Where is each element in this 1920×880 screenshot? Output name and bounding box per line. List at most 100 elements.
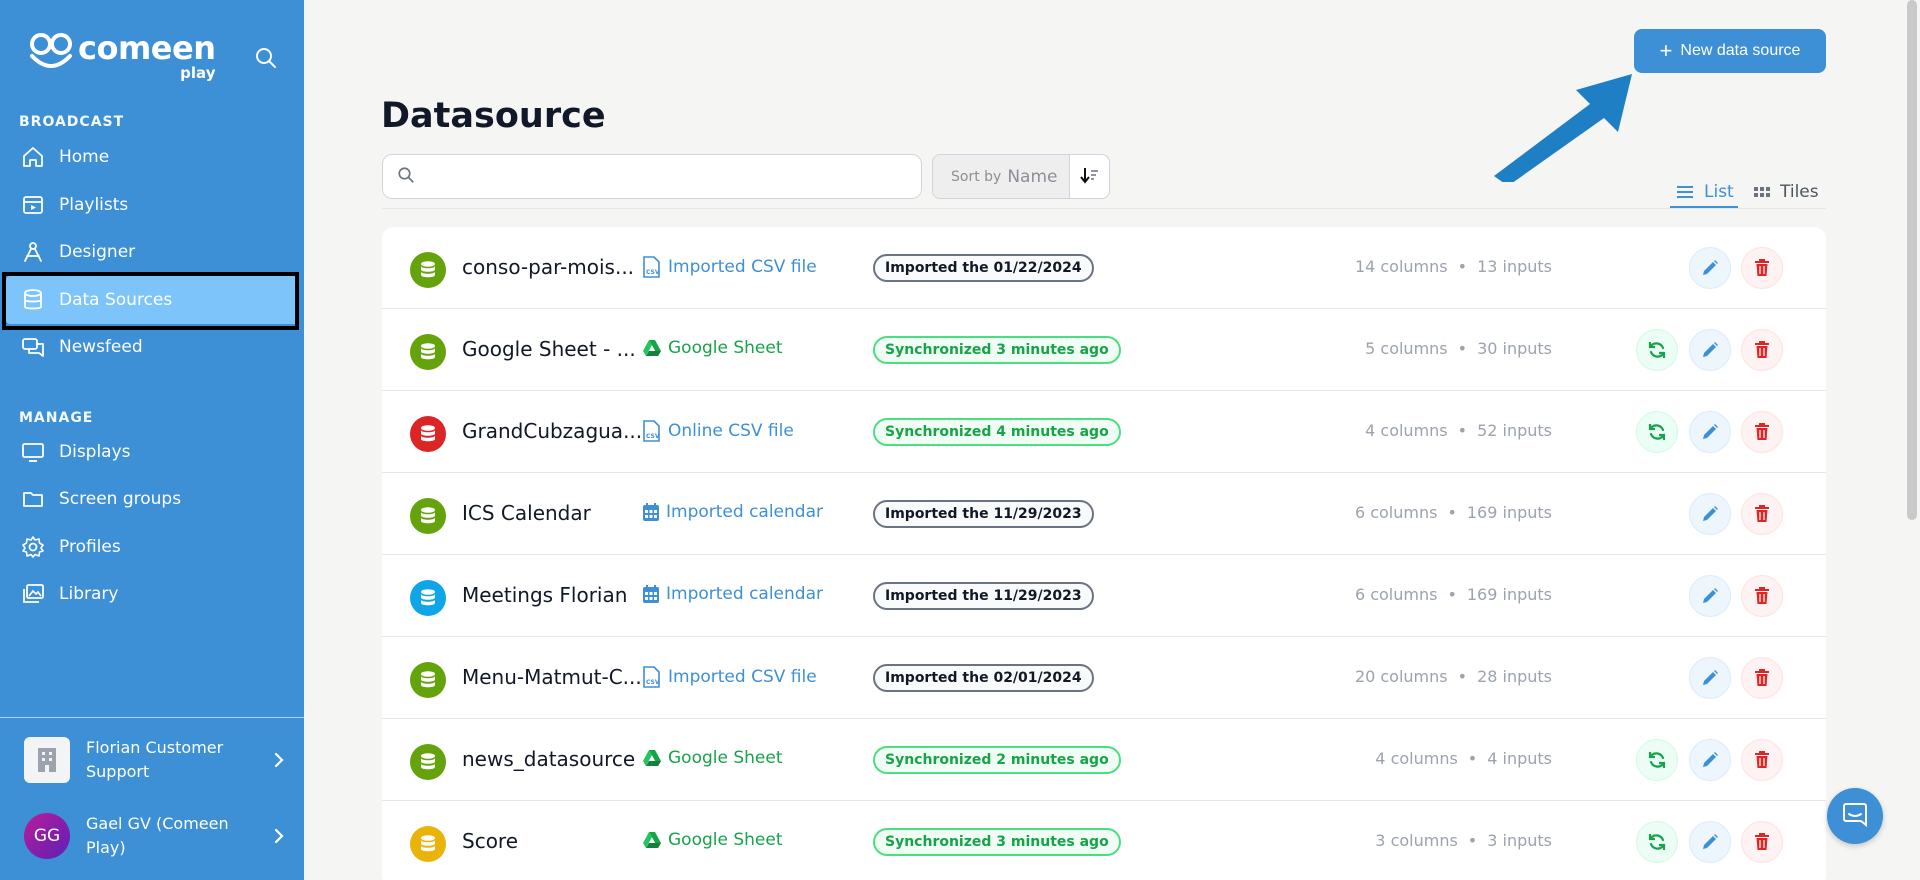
database-icon [410, 826, 446, 862]
datasource-name[interactable]: Google Sheet - ... [462, 337, 636, 361]
sidebar-item-label: Displays [59, 442, 131, 462]
datasource-type: Imported calendar [642, 584, 823, 604]
sidebar-item-label: Profiles [59, 537, 121, 557]
user-menu[interactable]: GG Gael GV (Comeen Play) [24, 812, 294, 860]
delete-button[interactable] [1741, 821, 1783, 863]
delete-button[interactable] [1741, 657, 1783, 699]
datasource-name[interactable]: ICS Calendar [462, 501, 591, 525]
delete-button[interactable] [1741, 329, 1783, 371]
sort-direction-icon [1079, 165, 1100, 189]
view-tiles-tab[interactable]: Tiles [1754, 176, 1819, 208]
datasource-name[interactable]: Menu-Matmut-C... [462, 665, 642, 689]
organization-switcher[interactable]: Florian Customer Support [24, 736, 294, 784]
csv-file-icon: CSV [642, 420, 662, 442]
datasource-type-label: Imported CSV file [668, 667, 817, 687]
datasource-stats: 20 columns • 28 inputs [1355, 667, 1552, 686]
new-data-source-button[interactable]: + New data source [1634, 29, 1826, 73]
sync-button[interactable] [1636, 329, 1678, 371]
table-row[interactable]: Score Google Sheet Synchronized 3 minutes … [382, 801, 1826, 880]
new-data-source-label: New data source [1680, 42, 1801, 59]
sidebar-item-profiles[interactable]: Profiles [6, 523, 298, 571]
sort-select[interactable]: Sort by Name [932, 154, 1110, 199]
edit-button[interactable] [1689, 411, 1731, 453]
separator-dot: • [1457, 667, 1468, 686]
edit-button[interactable] [1689, 329, 1731, 371]
sidebar-item-library[interactable]: Library [6, 570, 298, 618]
table-row[interactable]: Google Sheet - ... Google Sheet Synchroniz… [382, 309, 1826, 391]
separator-dot: • [1467, 749, 1478, 768]
sidebar-item-label: Playlists [59, 195, 129, 215]
datasource-type-label: Imported calendar [666, 584, 823, 604]
edit-button[interactable] [1689, 575, 1731, 617]
display-icon [20, 439, 46, 465]
sidebar-item-screen-groups[interactable]: Screen groups [6, 475, 298, 523]
input-count: 169 inputs [1466, 585, 1552, 604]
column-count: 14 columns [1354, 257, 1448, 276]
column-count: 4 columns [1375, 749, 1458, 768]
column-count: 3 columns [1375, 831, 1458, 850]
sidebar-item-designer[interactable]: Designer [6, 228, 298, 276]
comeen-logo[interactable]: comeen play [28, 30, 216, 81]
status-badge: Imported the 01/22/2024 [873, 254, 1094, 282]
csv-file-icon: CSV [642, 256, 662, 278]
sidebar-item-displays[interactable]: Displays [6, 428, 298, 476]
sort-direction-button[interactable] [1069, 155, 1109, 198]
separator-dot: • [1457, 257, 1468, 276]
user-name: Gael GV (Comeen Play) [86, 814, 229, 857]
edit-button[interactable] [1689, 657, 1731, 699]
page-scrollbar[interactable] [1907, 0, 1917, 520]
input-count: 13 inputs [1477, 257, 1552, 276]
table-row[interactable]: news_datasource Google Sheet Synchronized … [382, 719, 1826, 801]
trash-icon [1754, 423, 1770, 441]
table-row[interactable]: GrandCubzagua... CSV Online CSV file Synchr… [382, 391, 1826, 473]
table-row[interactable]: ICS Calendar Imported calendar Imported th… [382, 473, 1826, 555]
datasource-type: CSV Imported CSV file [642, 256, 817, 278]
google-sheet-icon [642, 339, 662, 357]
edit-button[interactable] [1689, 739, 1731, 781]
pointer-arrow-annotation [1494, 74, 1632, 182]
search-icon[interactable] [254, 46, 278, 70]
chat-launcher-button[interactable] [1827, 788, 1883, 844]
edit-button[interactable] [1689, 493, 1731, 535]
search-field[interactable] [382, 154, 922, 199]
datasource-name[interactable]: Meetings Florian [462, 583, 627, 607]
home-icon [20, 144, 46, 170]
view-list-tab[interactable]: List [1670, 176, 1740, 208]
sort-label: Sort by [951, 168, 1002, 185]
delete-button[interactable] [1741, 575, 1783, 617]
status-badge: Imported the 11/29/2023 [873, 582, 1094, 610]
table-row[interactable]: Meetings Florian Imported calendar Importe… [382, 555, 1826, 637]
building-icon [24, 737, 70, 783]
search-input[interactable] [425, 168, 905, 185]
sync-button[interactable] [1636, 411, 1678, 453]
datasource-name[interactable]: news_datasource [462, 747, 635, 771]
pencil-icon [1701, 423, 1719, 441]
column-count: 6 columns [1354, 585, 1438, 604]
edit-button[interactable] [1689, 247, 1731, 289]
calendar-icon [642, 502, 660, 522]
sidebar-item-home[interactable]: Home [6, 133, 298, 181]
delete-button[interactable] [1741, 493, 1783, 535]
avatar: GG [24, 813, 70, 859]
sidebar-item-newsfeed[interactable]: Newsfeed [6, 323, 298, 371]
delete-button[interactable] [1741, 247, 1783, 289]
datasource-name[interactable]: conso-par-mois... [462, 255, 634, 279]
delete-button[interactable] [1741, 739, 1783, 781]
sync-button[interactable] [1636, 739, 1678, 781]
datasource-name[interactable]: Score [462, 829, 518, 853]
sync-button[interactable] [1636, 821, 1678, 863]
datasource-name[interactable]: GrandCubzagua... [462, 419, 642, 443]
pencil-icon [1701, 259, 1719, 277]
delete-button[interactable] [1741, 411, 1783, 453]
edit-button[interactable] [1689, 821, 1731, 863]
sidebar-item-playlists[interactable]: Playlists [6, 181, 298, 229]
database-icon [410, 252, 446, 288]
table-row[interactable]: conso-par-mois... CSV Imported CSV file Imp… [382, 227, 1826, 309]
datasource-type: CSV Online CSV file [642, 420, 794, 442]
table-row[interactable]: Menu-Matmut-C... CSV Imported CSV file Impo… [382, 637, 1826, 719]
page-title: Datasource [381, 96, 606, 136]
sidebar-item-label: Library [59, 584, 119, 604]
datasource-type-label: Online CSV file [668, 421, 794, 441]
separator-dot: • [1447, 585, 1457, 604]
refresh-icon [1647, 422, 1667, 442]
